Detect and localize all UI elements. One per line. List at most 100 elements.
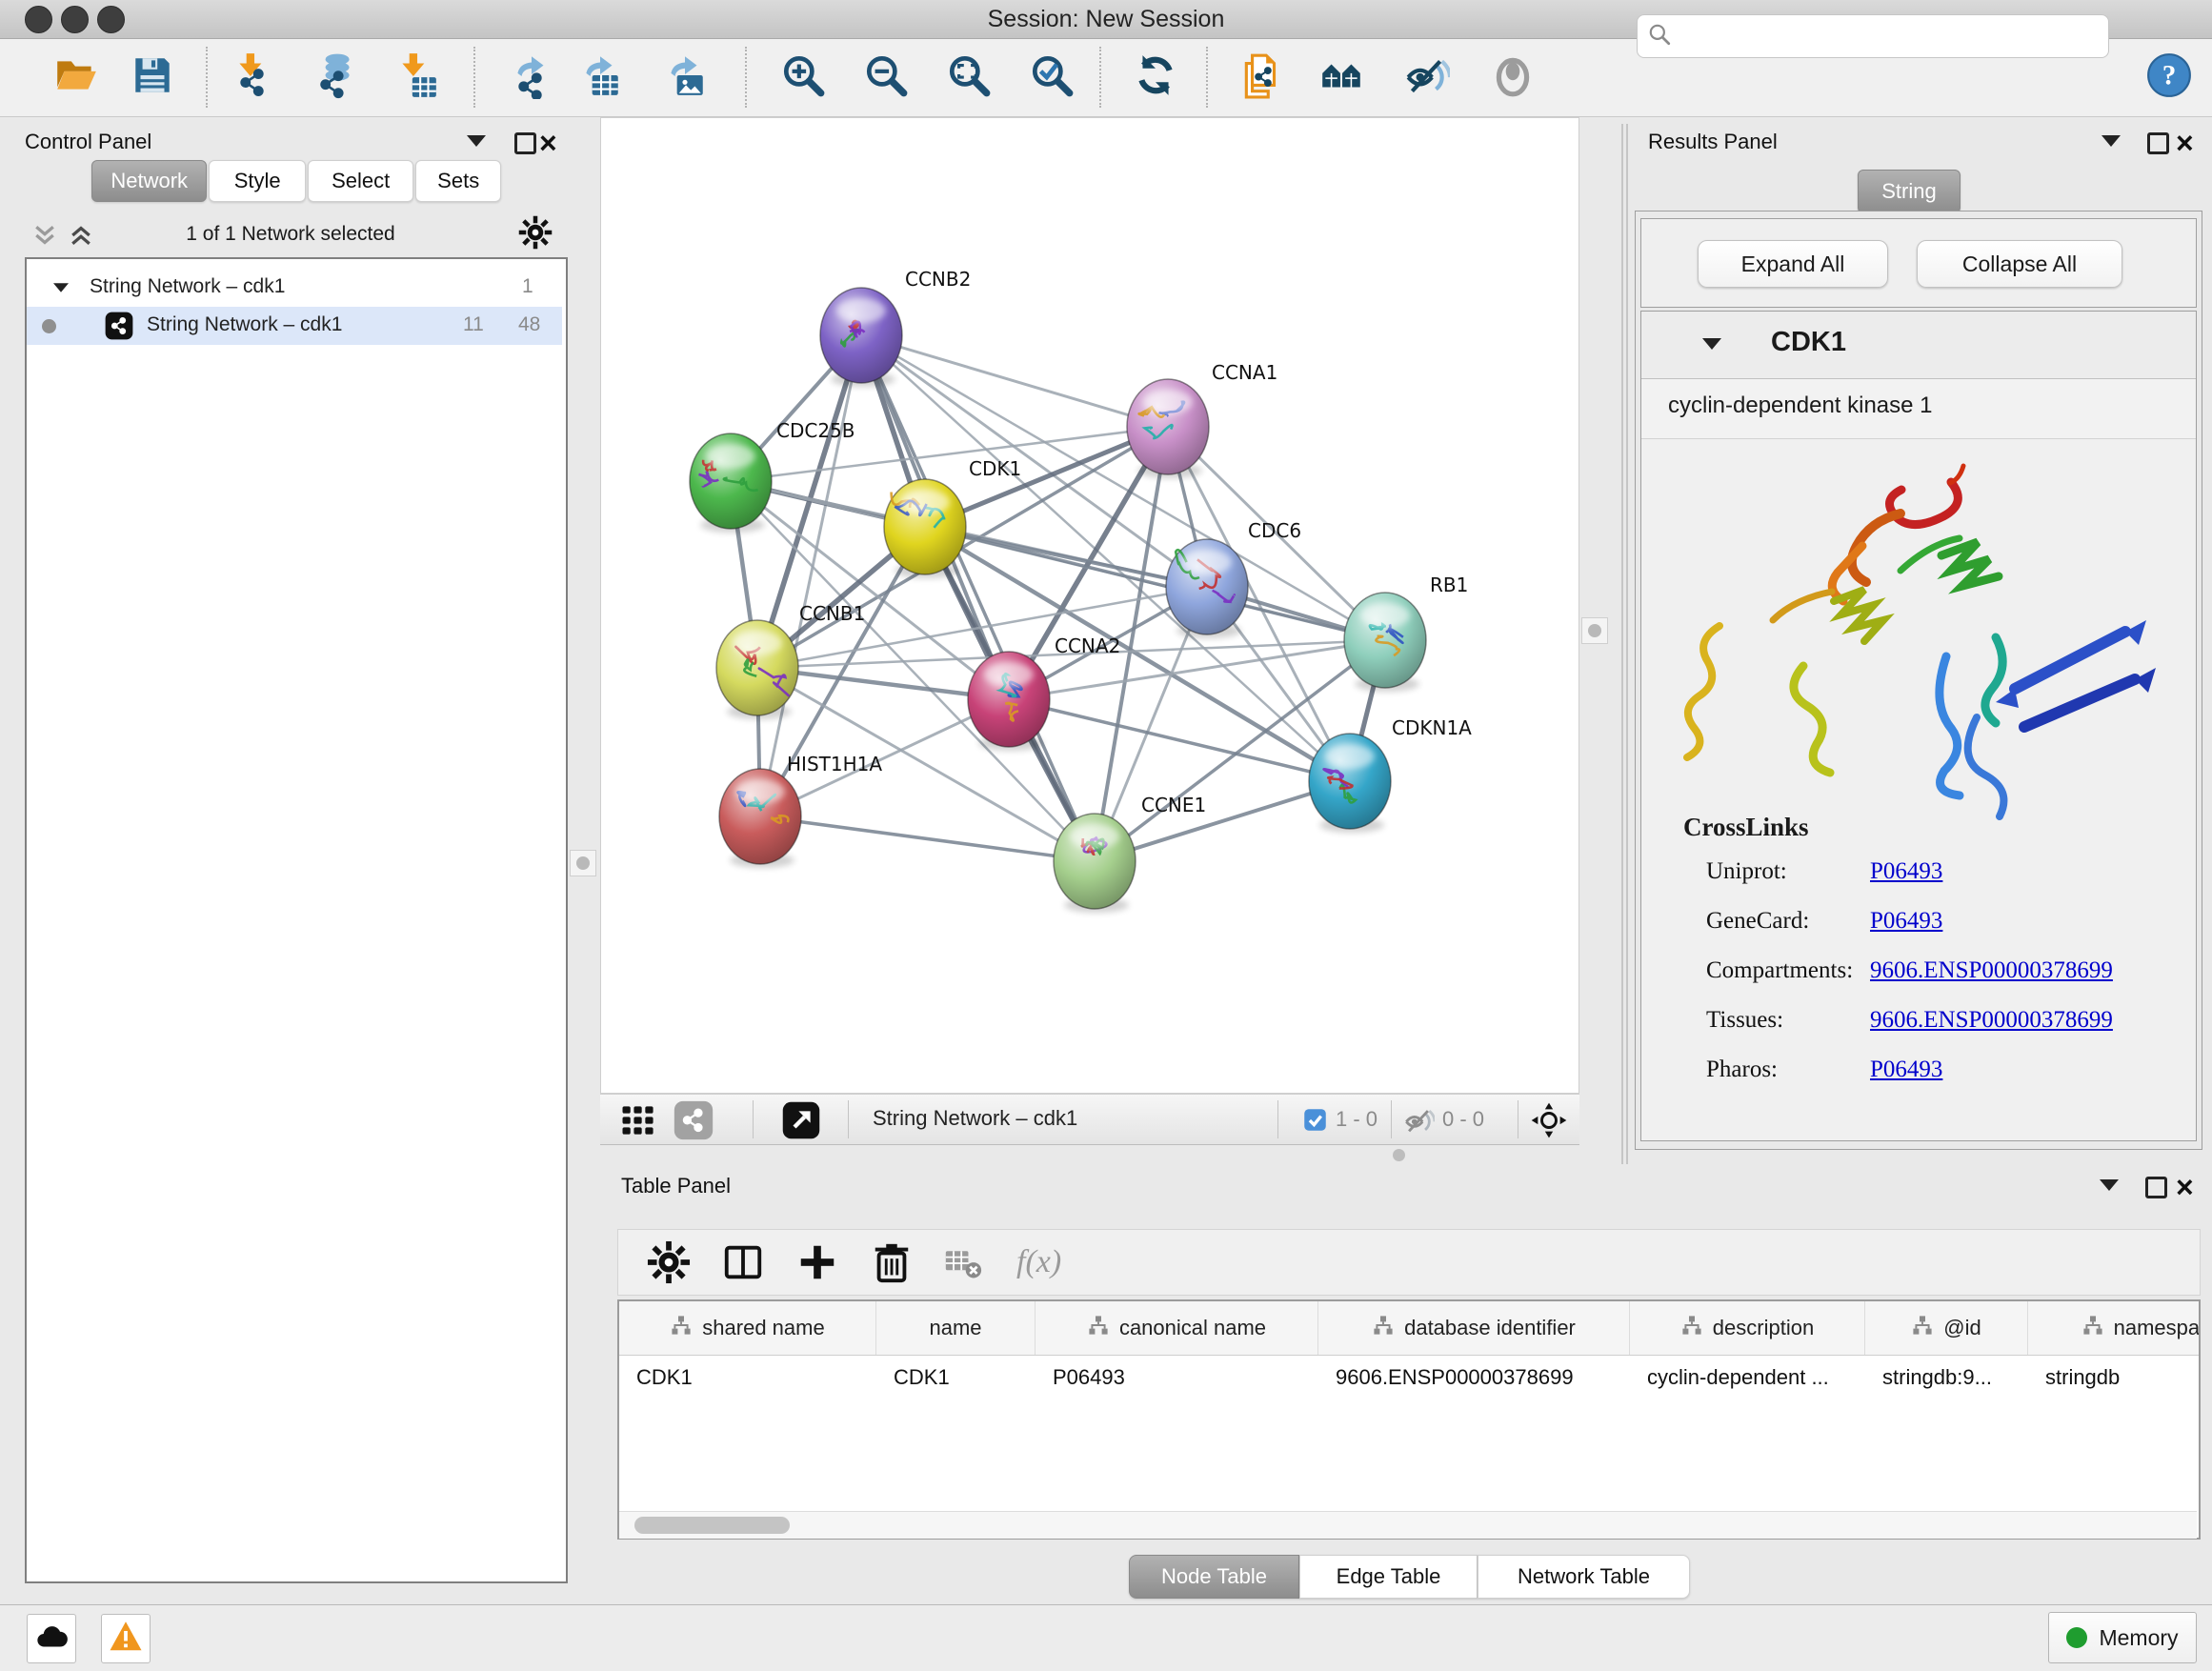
table-panel-close-button[interactable]: × [2176, 1178, 2194, 1197]
birds-eye-view-icon[interactable] [1530, 1101, 1568, 1144]
tab-style[interactable]: Style [209, 160, 306, 202]
tree-row-network[interactable]: String Network – cdk1 11 48 [27, 307, 562, 345]
column-header-canonical-name[interactable]: canonical name [1036, 1301, 1318, 1355]
crosslink-value-link[interactable]: P06493 [1870, 1057, 1942, 1083]
tab-sets[interactable]: Sets [415, 160, 501, 202]
network-node-CDKN1A[interactable]: CDKN1A [1309, 716, 1472, 833]
open-session-button[interactable] [49, 50, 104, 105]
tab-edge-table[interactable]: Edge Table [1299, 1555, 1478, 1599]
memory-button[interactable]: Memory [2048, 1612, 2197, 1663]
hidden-count: 0 - 0 [1442, 1107, 1484, 1132]
results-panel-close-button[interactable]: × [2176, 133, 2194, 152]
network-edge[interactable] [925, 527, 1385, 640]
horizontal-splitter-handle[interactable] [1393, 1149, 1405, 1161]
tab-select[interactable]: Select [308, 160, 413, 202]
collapse-all-button[interactable]: Collapse All [1917, 240, 2122, 288]
help-button[interactable]: ? [2145, 51, 2193, 104]
tab-string[interactable]: String [1858, 170, 1961, 213]
network-edge[interactable] [861, 335, 1168, 427]
zoom-in-button[interactable] [775, 50, 831, 105]
search-box[interactable] [1637, 14, 2109, 58]
export-image-icon [661, 51, 709, 104]
export-table-icon [576, 51, 624, 104]
collapse-all-icon[interactable] [30, 221, 59, 254]
table-header-row: shared namenamecanonical namedatabase id… [619, 1301, 2199, 1356]
tab-network[interactable]: Network [91, 160, 207, 202]
network-node-CCNB1[interactable]: CCNB1 [716, 602, 865, 719]
export-image-button[interactable] [657, 50, 713, 105]
network-edge[interactable] [760, 335, 861, 816]
zoom-out-button[interactable] [858, 50, 914, 105]
tab-node-table[interactable]: Node Table [1129, 1555, 1299, 1599]
network-node-RB1[interactable]: RB1 [1344, 574, 1468, 692]
hide-graphics-details-button[interactable] [1398, 50, 1454, 105]
export-table-button[interactable] [573, 50, 628, 105]
right-splitter-handle[interactable] [1581, 617, 1608, 644]
table-settings-gear-icon[interactable] [647, 1240, 691, 1289]
column-header-description[interactable]: description [1630, 1301, 1865, 1355]
apply-preferred-layout-button[interactable] [1128, 50, 1183, 105]
hidden-eye-icon [1402, 1104, 1435, 1141]
tree-expander-icon[interactable] [53, 283, 69, 292]
clone-network-button[interactable] [1235, 50, 1290, 105]
save-session-button[interactable] [125, 50, 180, 105]
network-options-gear-icon[interactable] [518, 215, 553, 254]
crosslink-value-link[interactable]: 9606.ENSP00000378699 [1870, 1007, 2113, 1034]
search-icon [1647, 22, 1672, 51]
network-node-CDK1[interactable]: CDK1 [884, 457, 1021, 578]
add-column-icon[interactable] [795, 1240, 839, 1289]
protein-expander-icon[interactable] [1702, 338, 1721, 350]
warnings-button[interactable] [101, 1614, 151, 1663]
show-graphics-details-button[interactable] [1485, 50, 1540, 105]
import-network-database-button[interactable] [308, 50, 363, 105]
tab-network-table[interactable]: Network Table [1478, 1555, 1690, 1599]
control-panel-float-button[interactable] [514, 132, 536, 154]
import-network-file-button[interactable] [226, 50, 281, 105]
search-input[interactable] [1679, 23, 2099, 50]
control-panel-close-button[interactable]: × [539, 133, 557, 152]
network-node-CCNE1[interactable]: CCNE1 [1054, 794, 1206, 913]
crosslink-value-link[interactable]: 9606.ENSP00000378699 [1870, 957, 2113, 984]
cloud-button[interactable] [27, 1614, 76, 1663]
zoom-fit-content-button[interactable] [941, 50, 996, 105]
crosslink-value-link[interactable]: P06493 [1870, 858, 1942, 885]
export-network-button[interactable] [504, 50, 559, 105]
column-header-name[interactable]: name [876, 1301, 1036, 1355]
grid-view-icon[interactable] [617, 1099, 659, 1146]
show-columns-icon[interactable] [721, 1240, 765, 1289]
results-panel-float-button[interactable] [2147, 132, 2169, 154]
import-table-file-button[interactable] [389, 50, 444, 105]
network-edge[interactable] [861, 335, 1095, 861]
network-canvas[interactable]: CCNB2 CCNA1 CDC25B CDK1 CDC6 [600, 117, 1579, 1094]
zoom-selected-button[interactable] [1024, 50, 1079, 105]
tree-edge-count: 48 [518, 313, 540, 336]
delete-column-icon[interactable] [870, 1240, 914, 1289]
results-panel-menu-icon[interactable] [2101, 135, 2121, 147]
table-panel-float-button[interactable] [2145, 1177, 2167, 1198]
expand-all-icon[interactable] [67, 221, 95, 254]
protein-header-row[interactable]: CDK1 [1641, 312, 2196, 379]
control-panel-menu-icon[interactable] [467, 135, 486, 147]
column-header-database-identifier[interactable]: database identifier [1318, 1301, 1630, 1355]
column-type-icon [670, 1314, 693, 1342]
column-type-icon [1911, 1314, 1934, 1342]
table-row[interactable]: CDK1CDK1P064939606.ENSP00000378699cyclin… [619, 1356, 2199, 1399]
network-node-HIST1H1A[interactable]: HIST1H1A [719, 753, 882, 868]
left-splitter-handle[interactable] [570, 850, 596, 876]
crosslink-row: Uniprot: P06493 [1641, 851, 2196, 900]
open-external-icon[interactable] [781, 1100, 821, 1145]
group-nodes-button[interactable] [1314, 50, 1369, 105]
network-edge[interactable] [760, 816, 1095, 861]
table-panel-menu-icon[interactable] [2100, 1179, 2119, 1191]
string-tab-icon[interactable] [673, 1099, 714, 1146]
crosslink-value-link[interactable]: P06493 [1870, 908, 1942, 935]
column-header-namespace[interactable]: namespace [2028, 1301, 2201, 1355]
table-horizontal-scrollbar[interactable] [619, 1511, 2197, 1539]
selected-checkbox-icon[interactable] [1302, 1107, 1328, 1137]
expand-all-button[interactable]: Expand All [1698, 240, 1888, 288]
scrollbar-thumb[interactable] [634, 1517, 790, 1534]
column-header-shared-name[interactable]: shared name [619, 1301, 876, 1355]
tree-row-collection[interactable]: String Network – cdk1 1 [27, 269, 562, 307]
column-header--id[interactable]: @id [1865, 1301, 2028, 1355]
network-node-CCNB2[interactable]: CCNB2 [820, 268, 971, 387]
